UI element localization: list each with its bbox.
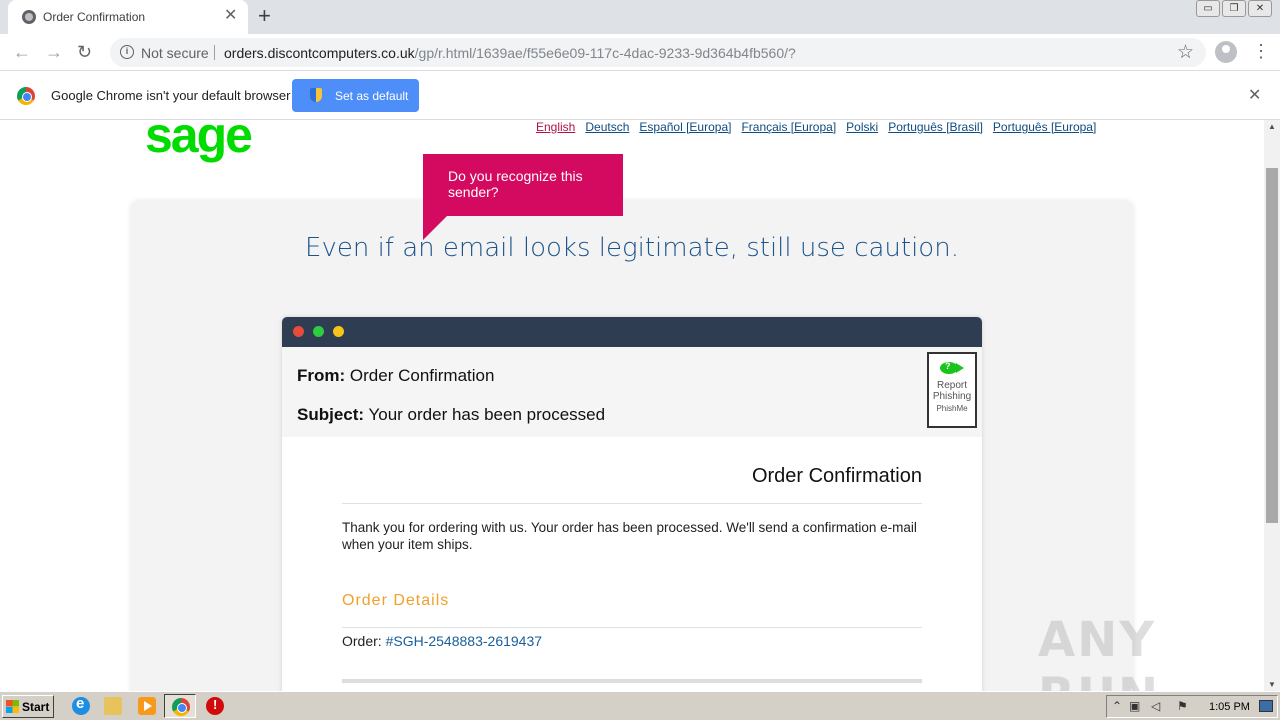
browser-toolbar: ← → ↻ i Not secure orders.discontcompute… <box>0 34 1280 71</box>
body-title: Order Confirmation <box>751 465 922 487</box>
globe-icon <box>22 10 36 24</box>
action-center-flag-icon[interactable]: ⚑ <box>1177 699 1188 713</box>
email-from: From: Order Confirmation <box>297 366 494 386</box>
url-path: /gp/r.html/1639ae/f55e6e09-117c-4dac-923… <box>414 45 796 61</box>
windows-taskbar: Start ⌃ ▣ ◁ ⚑ 1:05 PM <box>0 691 1280 720</box>
media-player-icon[interactable] <box>138 697 156 715</box>
yellow-dot-icon <box>333 326 344 337</box>
tab-order-confirmation[interactable]: Order Confirmation ✕ <box>8 0 248 34</box>
page-viewport: sage English Deutsch Español [Europa] Fr… <box>0 120 1264 691</box>
lang-espanol-link[interactable]: Español [Europa] <box>639 120 731 134</box>
subject-value: Your order has been processed <box>368 405 606 424</box>
info-icon[interactable]: i <box>120 45 134 59</box>
close-window-button[interactable]: ✕ <box>1248 0 1272 17</box>
order-details-heading: Order Details <box>342 592 450 609</box>
address-bar[interactable]: i Not secure orders.discontcomputers.co.… <box>110 38 1206 67</box>
browser-tab-strip: Order Confirmation ✕ + ▭ ❐ ✕ <box>0 0 1280 34</box>
internet-explorer-icon[interactable] <box>72 695 90 715</box>
sage-logo: sage <box>145 120 253 163</box>
divider <box>342 503 922 504</box>
network-icon[interactable]: ▣ <box>1129 699 1140 713</box>
email-header: From: Order Confirmation Subject: Your o… <box>282 347 982 437</box>
page-scrollbar[interactable]: ▲ ▼ <box>1264 120 1280 691</box>
lang-polski-link[interactable]: Polski <box>846 120 878 134</box>
order-number-link[interactable]: #SGH-2548883-2619437 <box>386 633 542 649</box>
security-label[interactable]: Not secure <box>141 45 209 61</box>
caution-headline: Even if an email looks legitimate, still… <box>305 233 959 263</box>
separator <box>214 45 215 60</box>
lang-english-link[interactable]: English <box>536 120 575 134</box>
tray-expand-icon[interactable]: ⌃ <box>1112 699 1122 713</box>
system-tray: ⌃ ▣ ◁ ⚑ 1:05 PM <box>1106 695 1278 718</box>
phishing-label: Phishing <box>932 391 972 402</box>
chrome-logo-icon <box>17 87 35 105</box>
lang-deutsch-link[interactable]: Deutsch <box>585 120 629 134</box>
tab-close-icon[interactable]: ✕ <box>224 7 237 25</box>
stop-alert-icon[interactable] <box>206 697 224 715</box>
order-label: Order: <box>342 633 382 649</box>
language-links: English Deutsch Español [Europa] Françai… <box>536 120 1096 134</box>
sender-tooltip: Do you recognize this sender? <box>423 154 623 240</box>
red-dot-icon <box>293 326 304 337</box>
url-text[interactable]: orders.discontcomputers.co.uk/gp/r.html/… <box>224 45 796 61</box>
taskbar-chrome-button[interactable] <box>164 694 196 718</box>
fish-icon: ? <box>940 360 964 376</box>
profile-avatar-icon[interactable] <box>1215 41 1237 63</box>
uac-shield-icon <box>310 88 322 102</box>
reload-icon[interactable]: ↻ <box>77 42 92 62</box>
lang-portugues-europa-link[interactable]: Português [Europa] <box>993 120 1096 134</box>
infobar-message: Google Chrome isn't your default browser <box>51 88 291 103</box>
lang-portugues-brasil-link[interactable]: Português [Brasil] <box>888 120 983 134</box>
url-domain: orders.discontcomputers.co.uk <box>224 45 415 61</box>
scroll-up-arrow-icon[interactable]: ▲ <box>1264 122 1280 131</box>
folder-icon[interactable] <box>104 697 122 715</box>
start-button[interactable]: Start <box>2 695 54 718</box>
default-browser-infobar: Google Chrome isn't your default browser… <box>0 71 1280 120</box>
email-window-titlebar <box>282 317 982 347</box>
infobar-close-icon[interactable]: ✕ <box>1248 85 1261 105</box>
forward-arrow-icon[interactable]: → <box>45 42 63 62</box>
divider <box>342 627 922 628</box>
scrollbar-thumb[interactable] <box>1266 168 1278 523</box>
show-desktop-icon[interactable] <box>1259 700 1273 712</box>
windows-flag-icon <box>6 700 19 713</box>
email-preview-window: From: Order Confirmation Subject: Your o… <box>282 317 982 691</box>
training-card: Even if an email looks legitimate, still… <box>131 201 1133 691</box>
new-tab-button[interactable]: + <box>258 3 271 29</box>
set-as-default-button[interactable]: Set as default <box>292 79 419 112</box>
volume-icon[interactable]: ◁ <box>1151 699 1160 713</box>
divider <box>342 679 922 683</box>
bookmark-star-icon[interactable]: ☆ <box>1177 41 1194 64</box>
chrome-icon <box>172 698 190 716</box>
green-dot-icon <box>313 326 324 337</box>
email-subject: Subject: Your order has been processed <box>297 405 605 425</box>
restore-button[interactable]: ❐ <box>1222 0 1246 17</box>
body-text: Thank you for ordering with us. Your ord… <box>342 520 917 552</box>
set-as-default-label: Set as default <box>335 89 409 103</box>
phishme-brand: PhishMe <box>936 404 968 413</box>
report-phishing-button[interactable]: ? Report Phishing PhishMe <box>927 352 977 428</box>
back-arrow-icon[interactable]: ← <box>13 42 31 62</box>
minimize-button[interactable]: ▭ <box>1196 0 1220 17</box>
menu-dots-icon[interactable]: ⋮ <box>1252 40 1270 62</box>
clock[interactable]: 1:05 PM <box>1209 701 1250 713</box>
tab-title: Order Confirmation <box>43 10 146 24</box>
lang-francais-link[interactable]: Français [Europa] <box>741 120 836 134</box>
start-label: Start <box>22 700 50 714</box>
from-value: Order Confirmation <box>349 366 495 385</box>
window-controls: ▭ ❐ ✕ <box>1196 0 1272 18</box>
order-line: Order: #SGH-2548883-2619437 <box>342 633 542 649</box>
report-label: Report <box>936 380 967 391</box>
subject-label: Subject: <box>297 405 365 424</box>
from-label: From: <box>297 366 346 385</box>
